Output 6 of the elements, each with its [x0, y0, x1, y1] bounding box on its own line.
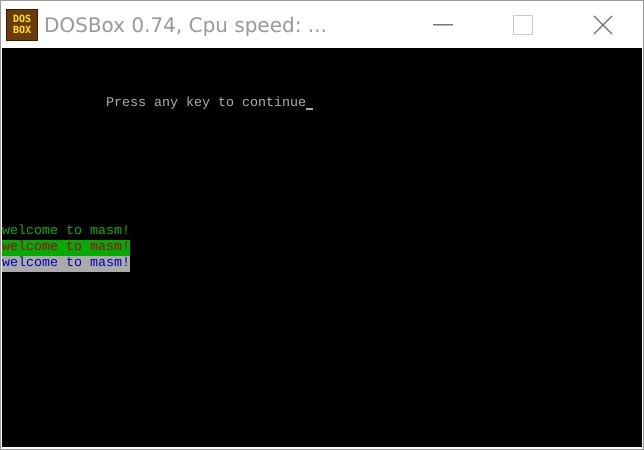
- maximize-icon: [513, 14, 533, 34]
- close-icon: [593, 14, 613, 34]
- window-title: DOSBox 0.74, Cpu speed: ...: [44, 12, 328, 36]
- app-icon: DOS BOX: [6, 8, 38, 40]
- minimize-icon: [433, 24, 453, 26]
- prompt-text: Press any key to continue: [106, 96, 306, 112]
